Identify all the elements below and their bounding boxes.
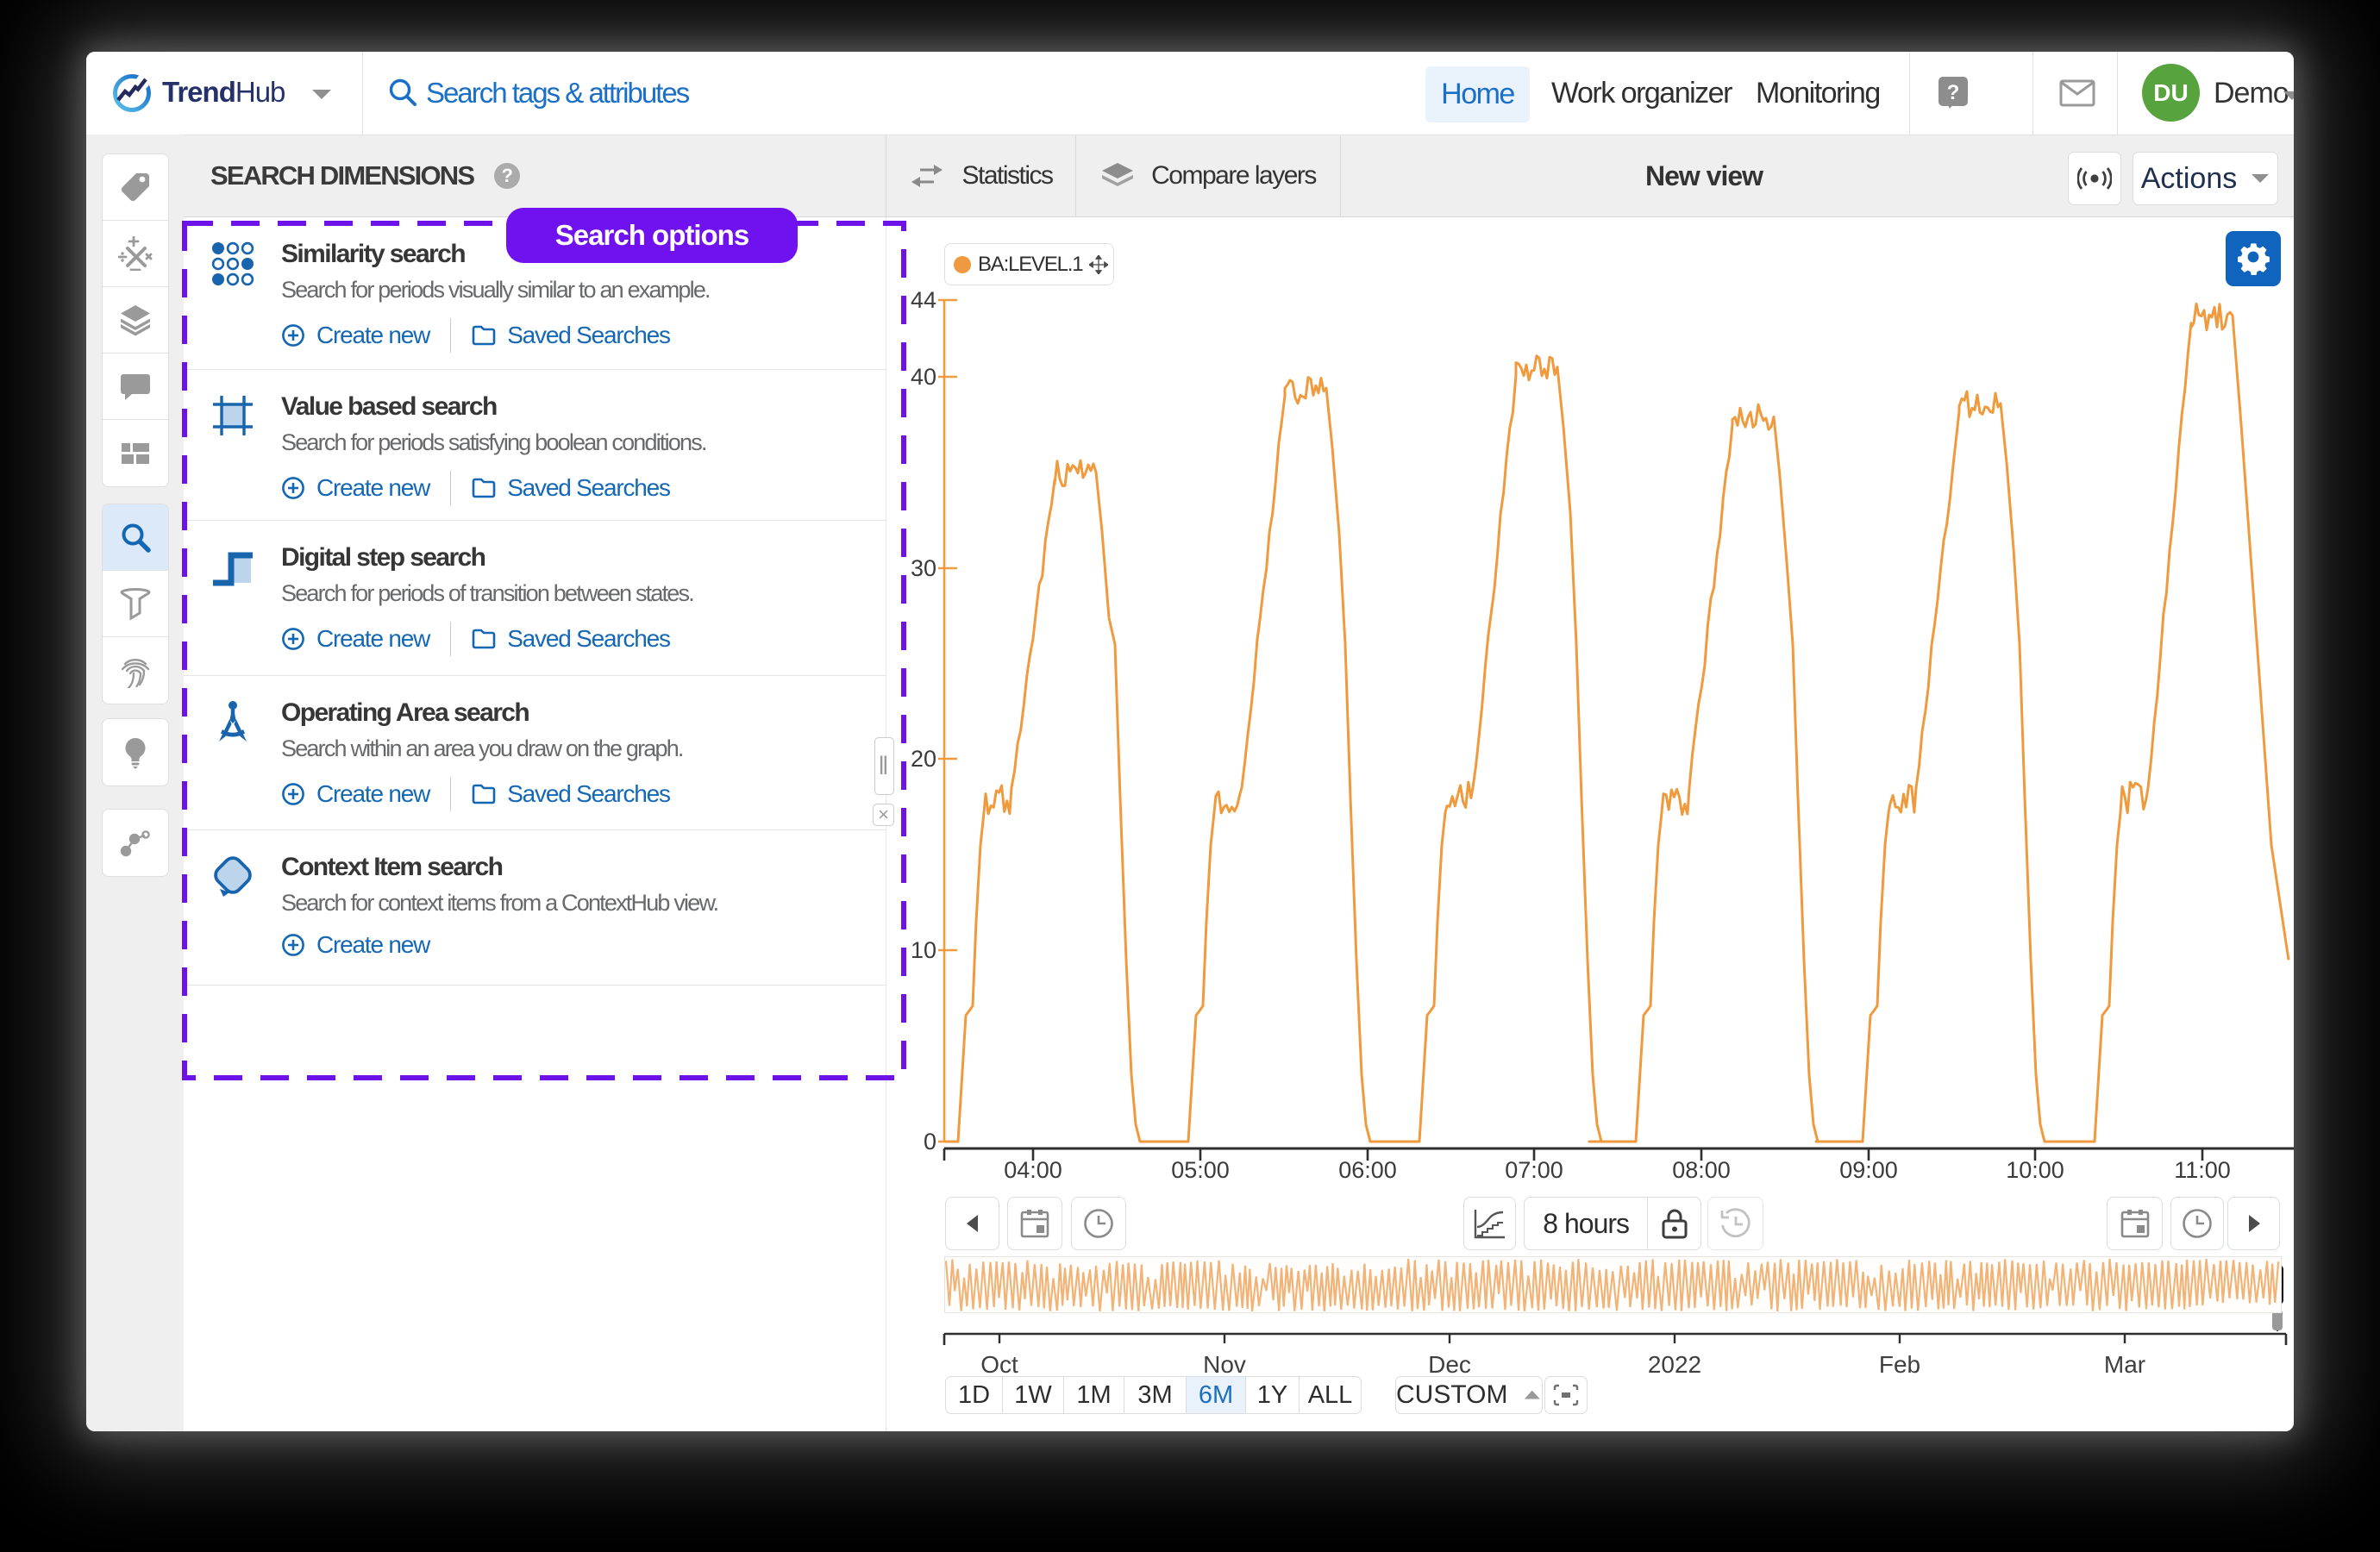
- svg-text:09:00: 09:00: [1839, 1157, 1898, 1183]
- svg-text:10: 10: [911, 937, 936, 963]
- svg-text:Mar: Mar: [2104, 1351, 2145, 1378]
- svg-text:07:00: 07:00: [1505, 1157, 1563, 1183]
- svg-text:40: 40: [911, 364, 936, 390]
- svg-text:10:00: 10:00: [2006, 1157, 2064, 1183]
- svg-text:44: 44: [911, 287, 936, 313]
- svg-text:11:00: 11:00: [2174, 1157, 2231, 1183]
- svg-text:05:00: 05:00: [1171, 1157, 1230, 1183]
- svg-text:20: 20: [911, 746, 936, 772]
- svg-text:0: 0: [924, 1129, 936, 1155]
- svg-text:Oct: Oct: [980, 1351, 1018, 1378]
- svg-text:30: 30: [911, 555, 936, 581]
- svg-text:04:00: 04:00: [1004, 1157, 1062, 1183]
- svg-text:2022: 2022: [1648, 1351, 1701, 1378]
- svg-text:?: ?: [1947, 81, 1960, 104]
- svg-text:Dec: Dec: [1428, 1351, 1471, 1378]
- svg-text:Feb: Feb: [1879, 1351, 1920, 1378]
- svg-text:Nov: Nov: [1203, 1351, 1246, 1378]
- svg-text:08:00: 08:00: [1672, 1157, 1731, 1183]
- svg-text:06:00: 06:00: [1338, 1157, 1397, 1183]
